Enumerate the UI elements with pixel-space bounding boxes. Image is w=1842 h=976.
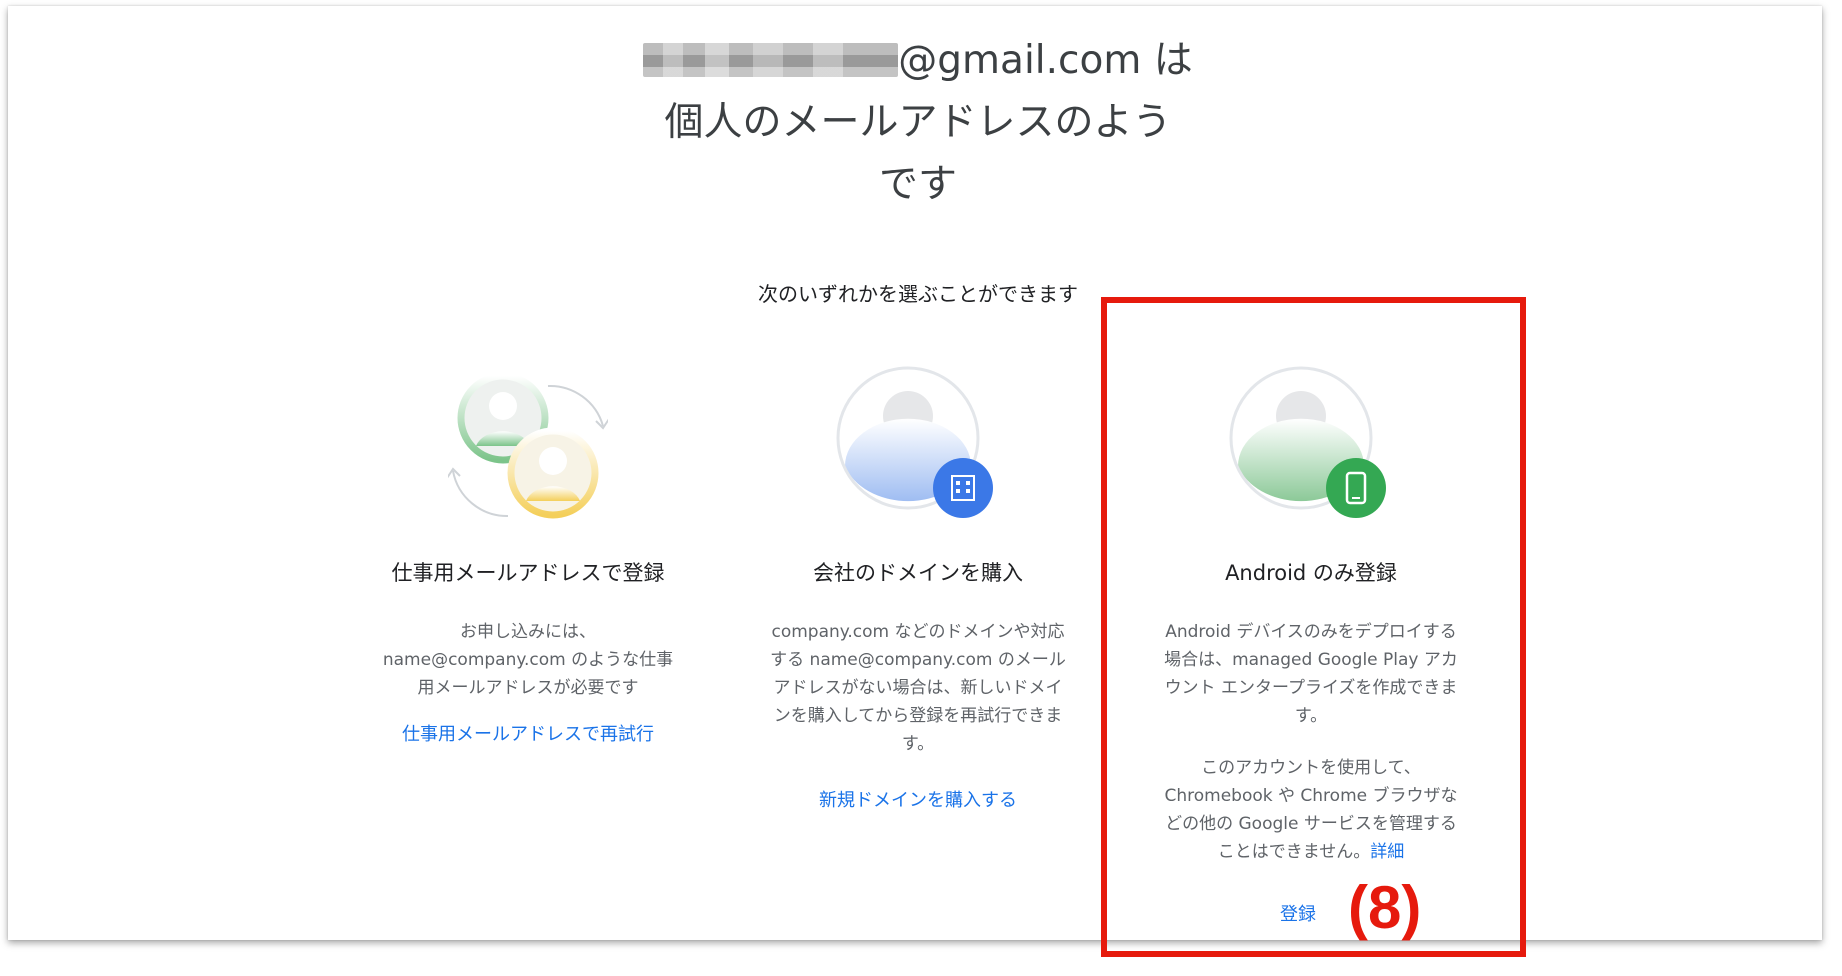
account-building-icon xyxy=(753,366,1083,546)
title-line-2: 個人のメールアドレスのよう xyxy=(664,100,1172,145)
title-line-3: です xyxy=(878,162,957,207)
account-switch-icon xyxy=(363,366,693,546)
signup-card: @gmail.com は 個人のメールアドレスのよう です 次のいずれかを選ぶこ… xyxy=(8,6,1822,940)
page-title: @gmail.com は 個人のメールアドレスのよう です xyxy=(568,30,1268,216)
option-description: company.com などのドメインや対応する name@company.co… xyxy=(770,622,1066,754)
buy-domain-link[interactable]: 新規ドメインを購入する xyxy=(819,786,1017,812)
redacted-email xyxy=(643,43,899,77)
option-description: お申し込みには、name@company.com のような仕事用メールアドレスが… xyxy=(382,622,674,698)
annotation-step-label: (8) xyxy=(1348,874,1422,941)
annotation-highlight-box xyxy=(1101,297,1526,957)
options-subtitle: 次のいずれかを選ぶことができます xyxy=(758,282,1078,306)
option-buy-domain: 会社のドメインを購入 company.com などのドメインや対応する name… xyxy=(753,366,1083,812)
option-heading: 仕事用メールアドレスで登録 xyxy=(391,561,665,585)
option-work-email: 仕事用メールアドレスで登録 お申し込みには、name@company.com の… xyxy=(363,366,693,746)
option-heading: 会社のドメインを購入 xyxy=(813,561,1023,585)
title-line-1: @gmail.com は xyxy=(568,30,1268,92)
retry-work-email-link[interactable]: 仕事用メールアドレスで再試行 xyxy=(402,720,654,746)
